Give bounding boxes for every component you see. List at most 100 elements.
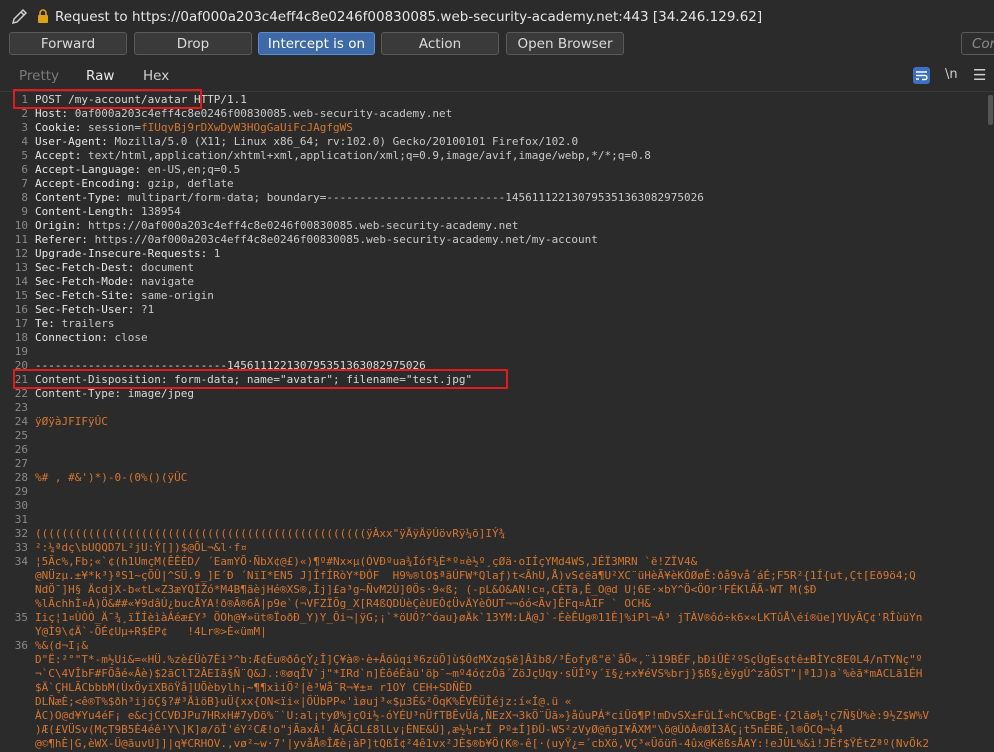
- request-title: Request to https://0af000a203c4eff4c8e02…: [55, 9, 763, 25]
- line-content: Sec-Fetch-Dest: document: [35, 261, 194, 274]
- line-number: 29: [14, 485, 28, 498]
- line-content: Sec-Fetch-Mode: navigate: [35, 275, 194, 288]
- line-content: ¬`C\4VÎbF#FÕåé«Âè)$2ãClT2ÂEIã§Ñ¨Q&J.:®øq…: [35, 667, 923, 680]
- line-content: ²:¼ªdç\bUQQD7L²jU:Ÿ[])$@ÕL¬&l·f¤: [35, 541, 247, 554]
- editor-scrollbar[interactable]: [988, 95, 993, 125]
- line-content: Referer: https://0af000a203c4eff4c8e0246…: [35, 233, 598, 246]
- line-content: ((((((((((((((((((((((((((((((((((((((((…: [35, 527, 506, 540]
- open-browser-button[interactable]: Open Browser: [506, 32, 624, 55]
- line-content: ÿØÿàJFIFÿÛC: [35, 415, 108, 428]
- intercept-toggle-button[interactable]: Intercept is on: [258, 32, 375, 55]
- request-editor[interactable]: 1 POST /my-account/avatar HTTP/1.1 2 Host: …: [0, 91, 994, 752]
- line-number: 36: [14, 639, 28, 652]
- line-content: @©¶hÈ|G,èWX-Ü@ãuvU]]|q¥CRHOV.,vø²~w·7'|y…: [35, 737, 930, 750]
- editor-line: 23: [0, 401, 994, 415]
- line-number: 19: [14, 345, 28, 358]
- menu-icon[interactable]: ☰: [973, 66, 986, 84]
- line-content: @NÜzµ.±¥*k³}ªS1~çÕÛ|^SÜ.9_]E´Ð ´NïI*EN5 …: [35, 569, 916, 582]
- line-number: 10: [14, 219, 28, 232]
- line-content: %# , #&')*)-0-(0%()(ÿÛC: [35, 471, 188, 484]
- editor-line: 7 Accept-Encoding: gzip, deflate: [0, 177, 994, 191]
- line-content: )Æ(£VÜSv(MçT9B5È4éê¹Y\]K]ø/õÏ'éY²CÆ!o"jÃ…: [35, 723, 843, 736]
- title-bar: Request to https://0af000a203c4eff4c8e02…: [0, 0, 994, 31]
- show-newlines-button[interactable]: \n: [945, 67, 958, 82]
- line-content: Content-Type: image/jpeg: [35, 387, 194, 400]
- editor-line: 19: [0, 345, 994, 359]
- comment-field[interactable]: Comment this item: [961, 32, 994, 55]
- line-content: Cookie: session=fIUqvBj9rDXwDyW3HOgGaUiF…: [35, 121, 353, 134]
- line-content: User-Agent: Mozilla/5.0 (X11; Linux x86_…: [35, 135, 579, 148]
- editor-line: 32 ((((((((((((((((((((((((((((((((((((((…: [0, 527, 994, 541]
- tab-pretty[interactable]: Pretty: [19, 68, 59, 84]
- line-content: Connection: close: [35, 331, 148, 344]
- editor-line: 22 Content-Type: image/jpeg: [0, 387, 994, 401]
- editor-line: 26: [0, 443, 994, 457]
- line-number: 16: [14, 303, 28, 316]
- line-number: 32: [14, 527, 28, 540]
- edit-pencil-icon[interactable]: [10, 6, 30, 26]
- line-number: 33: [14, 541, 28, 554]
- highlight-request-line: [13, 89, 202, 109]
- editor-line: 29: [0, 485, 994, 499]
- drop-button[interactable]: Drop: [134, 32, 252, 55]
- line-content: DLÑæÈ;<ê®T%$ðh³ijõÇ§?#³ÄìöB}uÜ{xx{ON<ïi«…: [35, 695, 572, 708]
- editor-line: 13 Sec-Fetch-Dest: document: [0, 261, 994, 275]
- editor-line: 15 Sec-Fetch-Site: same-origin: [0, 289, 994, 303]
- line-number: 13: [14, 261, 28, 274]
- editor-line: 34 ¦5Ãc%,Fb;«`¢(h1UmçM(ÊÊÉD/ ´EamYÕ·ÑbX¢@…: [0, 555, 994, 569]
- line-content: Origin: https://0af000a203c4eff4c8e0246f…: [35, 219, 519, 232]
- editor-line: 24 ÿØÿàJFIFÿÛC: [0, 415, 994, 429]
- line-content: Sec-Fetch-Site: same-origin: [35, 289, 214, 302]
- tab-hex[interactable]: Hex: [143, 68, 169, 84]
- line-number: 30: [14, 499, 28, 512]
- line-content: Iiç¦1¤ÙÒÓ_Ä¯¾¸ïÏÍèìàÁéæ£Y³ ÖOh@¥»üt®ÏoðÐ…: [35, 611, 923, 624]
- editor-line: 14 Sec-Fetch-Mode: navigate: [0, 275, 994, 289]
- line-number: 18: [14, 331, 28, 344]
- editor-line: @©¶hÈ|G,èWX-Ü@ãuvU]]|q¥CRHOV.,vø²~w·7'|y…: [0, 737, 994, 751]
- line-number: 7: [21, 177, 28, 190]
- line-content: Content-Type: multipart/form-data; bound…: [35, 191, 704, 204]
- action-button[interactable]: Action: [381, 32, 499, 55]
- editor-line: 9 Content-Length: 138954: [0, 205, 994, 219]
- editor-line: 30: [0, 499, 994, 513]
- editor-line: 35 Iiç¦1¤ÙÒÓ_Ä¯¾¸ïÏÍèìàÁéæ£Y³ ÖOh@¥»üt®Ïo…: [0, 611, 994, 625]
- editor-line: 5 Accept: text/html,application/xhtml+xml…: [0, 149, 994, 163]
- line-number: 4: [21, 135, 28, 148]
- editor-line: DLÑæÈ;<ê®T%$ðh³ijõÇ§?#³ÄìöB}uÜ{xx{ON<ïi«…: [0, 695, 994, 709]
- line-content: ¦5Ãc%,Fb;«`¢(h1UmçM(ÊÊÉD/ ´EamYÕ·ÑbX¢@£)…: [35, 555, 698, 568]
- line-number: 23: [14, 401, 28, 414]
- editor-line: $Ä`ÇHLÃCbbbM(ÙxÖyïXBöŸå]UÕèbylh¡~¶¶xìiÖ²…: [0, 681, 994, 695]
- editor-line: @NÜzµ.±¥*k³}ªS1~çÕÛ|^SÜ.9_]E´Ð ´NïI*EN5 …: [0, 569, 994, 583]
- line-content: Accept-Language: en-US,en;q=0.5: [35, 163, 241, 176]
- line-number: 6: [21, 163, 28, 176]
- editor-line: 6 Accept-Language: en-US,en;q=0.5: [0, 163, 994, 177]
- editor-line: ÀC)O@d¥Yu4éF¡ e&cjCCVÐJPu7HRxH#7yDõ%¨`U:…: [0, 709, 994, 723]
- line-number: 15: [14, 289, 28, 302]
- lock-icon: [38, 9, 48, 23]
- line-content: %lÃchhÌ¤À)Ö&##«¥9dâÚ¿bucÅYA!ð®Ã®6Ä|p9e`(…: [35, 597, 651, 610]
- line-content: D"Ë:²°"T*-m½Ui&=«HÜ.%zè£Üò7Èi³^b:Æ¢Éu®ðô…: [35, 653, 923, 666]
- line-number: 35: [14, 611, 28, 624]
- line-content: %&(d¬I¡&: [35, 639, 88, 652]
- line-number: 14: [14, 275, 28, 288]
- line-content: Sec-Fetch-User: ?1: [35, 303, 155, 316]
- line-number: 24: [14, 415, 28, 428]
- editor-line: 27: [0, 457, 994, 471]
- editor-line: 17 Te: trailers: [0, 317, 994, 331]
- editor-line: Y@Ì9\¢Ä`-ÕÉ¢Uµ+R$ÉP¢ !4Lr®>È«ümM|: [0, 625, 994, 639]
- line-content: Y@Ì9\¢Ä`-ÕÉ¢Uµ+R$ÉP¢ !4Lr®>È«ümM|: [35, 625, 267, 638]
- line-content: Te: trailers: [35, 317, 115, 330]
- line-number: 9: [21, 205, 28, 218]
- word-wrap-button[interactable]: [913, 67, 930, 84]
- line-number: 26: [14, 443, 28, 456]
- line-number: 17: [14, 317, 28, 330]
- tab-raw[interactable]: Raw: [86, 68, 114, 84]
- forward-button[interactable]: Forward: [9, 32, 127, 55]
- editor-line: %lÃchhÌ¤À)Ö&##«¥9dâÚ¿bucÅYA!ð®Ã®6Ä|p9e`(…: [0, 597, 994, 611]
- editor-line: 33 ²:¼ªdç\bUQQD7L²jU:Ÿ[])$@ÕL¬&l·f¤: [0, 541, 994, 555]
- line-content: ÀC)O@d¥Yu4éF¡ e&cjCCVÐJPu7HRxH#7yDõ%¨`U:…: [35, 709, 930, 722]
- line-number: 22: [14, 387, 28, 400]
- highlight-content-disposition: [13, 369, 508, 389]
- line-content: Host: 0af000a203c4eff4c8e0246f00830085.w…: [35, 107, 453, 120]
- editor-line: 31: [0, 513, 994, 527]
